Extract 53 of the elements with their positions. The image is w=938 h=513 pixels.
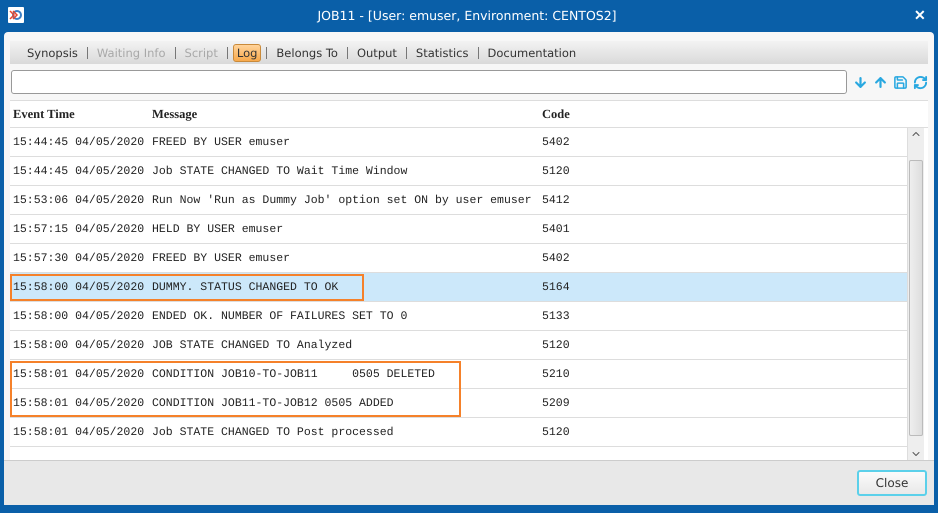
- tab[interactable]: Output: [352, 44, 401, 62]
- scrollbar[interactable]: [907, 128, 924, 460]
- table-cell-text: ENDED OK. NUMBER OF FAILURES SET TO 0: [152, 310, 408, 322]
- table-cell-text: 5164: [542, 280, 571, 294]
- table-cell-text: 15:58:00 04/05/2020: [13, 338, 146, 352]
- tab[interactable]: Synopsis: [23, 44, 82, 62]
- column-header: Event Time: [13, 106, 76, 122]
- column-header: Message: [152, 106, 198, 122]
- close-dialog-button[interactable]: Close: [857, 470, 927, 496]
- table-cell-text: Job STATE CHANGED TO Wait Time Window: [152, 164, 408, 178]
- window-title: JOB11 - [User: emuser, Environment: CENTOS2]: [316, 8, 618, 22]
- table-cell-text: CONDITION JOB10-TO-JOB11 0505 DELETED: [152, 368, 436, 380]
- column-header: Code: [542, 106, 571, 122]
- table-cell-text: DUMMY. STATUS CHANGED TO OK: [152, 280, 340, 294]
- table-cell-text: 5210: [542, 368, 571, 380]
- table-cell-text: 15:57:30 04/05/2020: [13, 252, 146, 264]
- tab[interactable]: Statistics: [412, 44, 472, 62]
- table-cell-text: 5209: [542, 396, 571, 410]
- table-cell-text: 5120: [542, 164, 571, 178]
- table-cell-text: 15:57:15 04/05/2020: [13, 222, 146, 236]
- table-cell-text: 5120: [542, 426, 571, 438]
- table-cell-text: 15:44:45 04/05/2020: [13, 136, 146, 148]
- refresh-icon[interactable]: [913, 74, 928, 90]
- table-cell-text: 5402: [542, 252, 571, 264]
- table-cell-text: 15:58:01 04/05/2020: [13, 426, 146, 438]
- table-cell-text: 15:44:45 04/05/2020: [13, 164, 146, 178]
- table-cell-text: 5402: [542, 136, 571, 148]
- table-row[interactable]: 15:58:00 04/05/2020 DUMMY. STATUS CHANGED TO OK 5164: [10, 273, 907, 302]
- table-cell-text: JOB STATE CHANGED TO Analyzed: [152, 338, 354, 352]
- table-cell-text: 15:53:06 04/05/2020: [13, 194, 146, 206]
- tab[interactable]: Log: [232, 44, 262, 62]
- table-cell-text: 5120: [542, 338, 571, 352]
- save-icon[interactable]: [893, 74, 908, 90]
- table-cell-text: 15:58:01 04/05/2020: [13, 396, 146, 410]
- close-button[interactable]: ✕: [910, 7, 930, 23]
- search-field[interactable]: [11, 70, 847, 94]
- table-cell-text: 5412: [542, 194, 571, 206]
- table-cell-text: CONDITION JOB11-TO-JOB12 0505 ADDED: [152, 396, 395, 410]
- table-cell-text: 15:58:01 04/05/2020: [13, 368, 146, 380]
- table-cell-text: 5133: [542, 310, 571, 322]
- table-cell-text: 15:58:00 04/05/2020: [13, 280, 146, 294]
- arrow-down-icon[interactable]: [853, 74, 868, 90]
- table-cell-text: FREED BY USER emuser: [152, 136, 292, 148]
- arrow-up-icon[interactable]: [873, 74, 888, 90]
- table-cell-text: FREED BY USER emuser: [152, 252, 292, 264]
- table-cell-text: 5401: [542, 222, 571, 236]
- table-cell-text: 15:58:00 04/05/2020: [13, 310, 146, 322]
- tab[interactable]: Documentation: [484, 44, 580, 62]
- table-cell-text: Job STATE CHANGED TO Post processed: [152, 426, 395, 438]
- tab[interactable]: Belongs To: [272, 44, 342, 62]
- table-cell-text: HELD BY USER emuser: [152, 222, 284, 236]
- scroll-thumb[interactable]: [909, 160, 923, 436]
- table-cell-text: Run Now 'Run as Dummy Job' option set ON by user emuser: [152, 194, 533, 206]
